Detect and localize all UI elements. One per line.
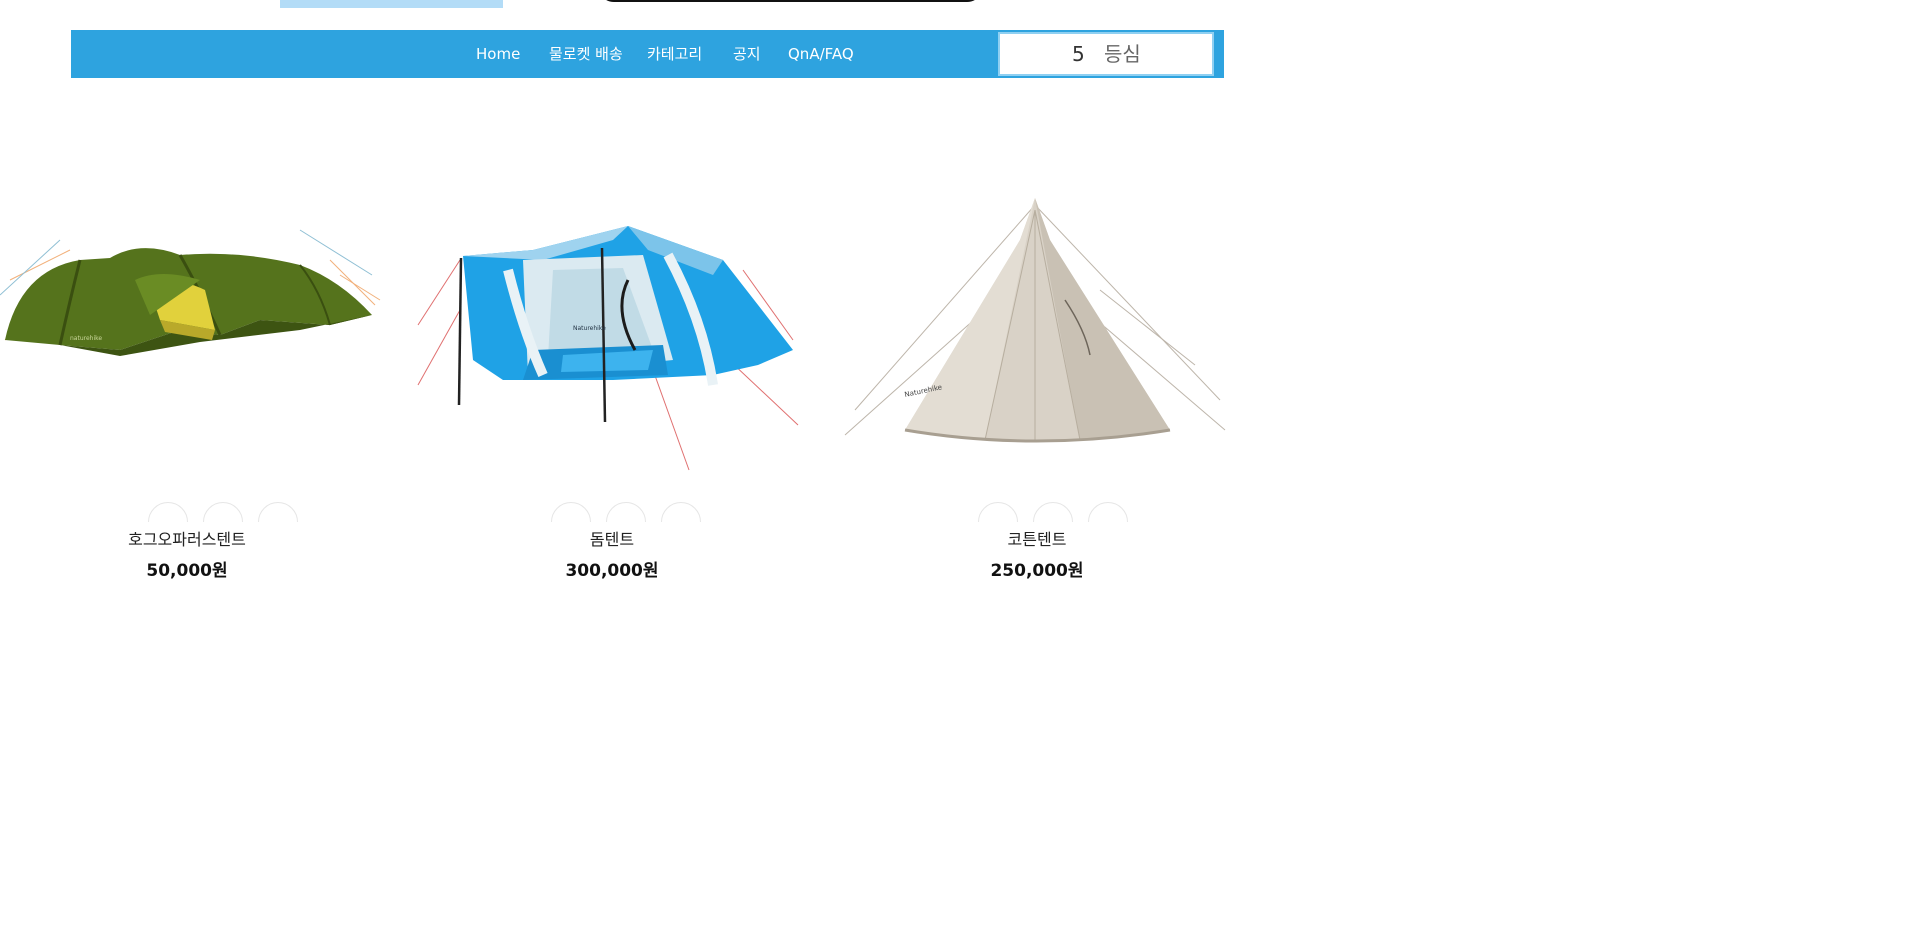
color-swatch[interactable] [203, 502, 243, 522]
ranking-ticker[interactable]: 5 등심 [998, 32, 1214, 76]
product-card[interactable]: Naturehike 돔텐트 300,000원 [413, 180, 813, 600]
color-swatch[interactable] [258, 502, 298, 522]
product-name[interactable]: 코튼텐트 [837, 526, 1237, 550]
nav-item-notice[interactable]: 공지 [733, 30, 761, 78]
green-tunnel-tent-image[interactable]: naturehike [0, 180, 400, 480]
color-swatch[interactable] [1088, 502, 1128, 522]
rank-keyword: 등심 [1104, 42, 1141, 66]
color-swatches [978, 502, 1128, 522]
beige-cotton-tent-image[interactable]: Naturehike [835, 180, 1235, 480]
color-swatch[interactable] [1033, 502, 1073, 522]
product-card[interactable]: naturehike 호그오파러스텐트 50,000원 [0, 180, 400, 600]
color-swatch[interactable] [978, 502, 1018, 522]
color-swatch[interactable] [551, 502, 591, 522]
color-swatches [148, 502, 298, 522]
color-swatch[interactable] [148, 502, 188, 522]
nav-item-qna[interactable]: QnA/FAQ [788, 30, 854, 78]
page: Home 물로켓 배송 카테고리 공지 QnA/FAQ 5 등심 natureh… [0, 0, 1914, 929]
product-price: 250,000원 [990, 561, 1084, 581]
svg-text:naturehike: naturehike [70, 335, 102, 342]
color-swatch[interactable] [661, 502, 701, 522]
product-price: 300,000원 [565, 561, 659, 581]
product-price: 50,000원 [146, 561, 228, 581]
logo-strip[interactable] [280, 0, 503, 8]
nav-item-delivery[interactable]: 물로켓 배송 [549, 30, 623, 78]
product-name[interactable]: 돔텐트 [412, 526, 812, 550]
product-name[interactable]: 호그오파러스텐트 [0, 526, 387, 550]
nav-item-home[interactable]: Home [476, 30, 520, 78]
color-swatch[interactable] [606, 502, 646, 522]
rank-number: 5 [1072, 42, 1085, 66]
main-navbar: Home 물로켓 배송 카테고리 공지 QnA/FAQ 5 등심 [71, 30, 1224, 78]
search-box[interactable] [598, 0, 983, 2]
nav-item-category[interactable]: 카테고리 [647, 30, 702, 78]
product-card[interactable]: Naturehike 코튼텐트 250,000원 [835, 180, 1235, 600]
blue-dome-tent-image[interactable]: Naturehike [413, 180, 813, 480]
color-swatches [551, 502, 701, 522]
svg-text:Naturehike: Naturehike [573, 325, 606, 332]
